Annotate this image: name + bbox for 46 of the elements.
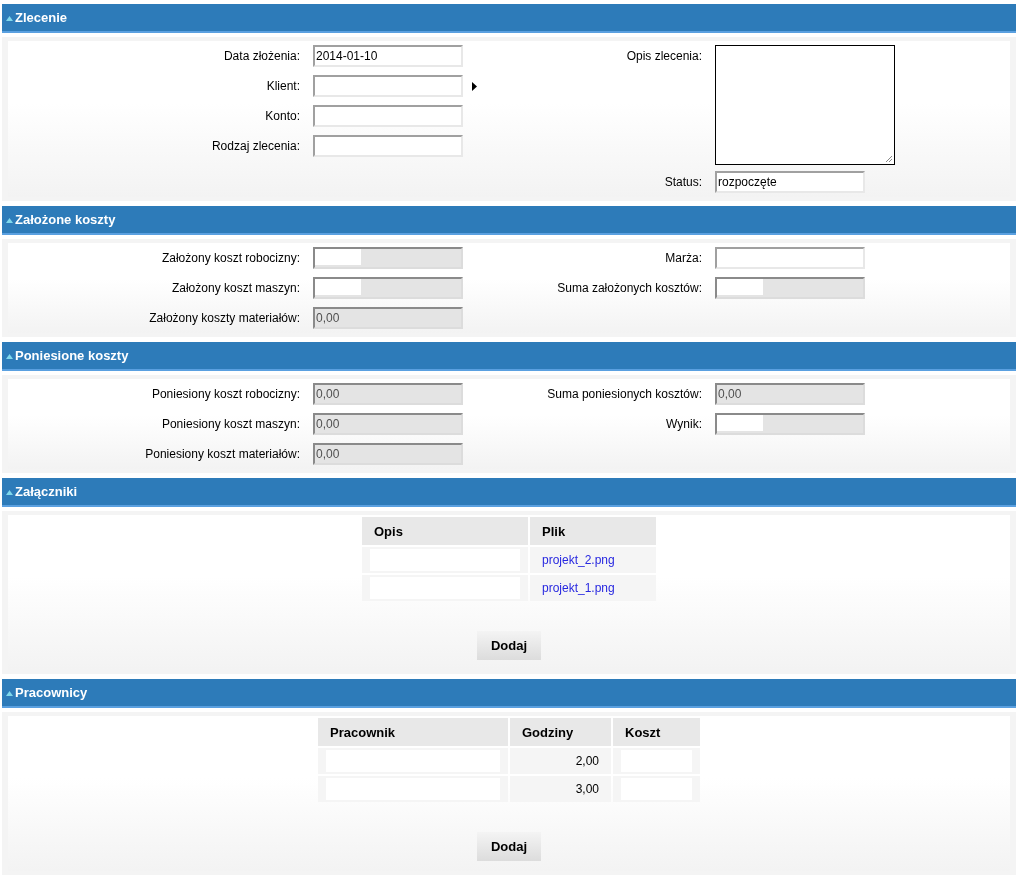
table-cell: 3,00 <box>510 776 611 802</box>
field-label: Założony koszt robocizny: <box>160 250 300 267</box>
field-label: Poniesiony koszt materiałów: <box>144 446 300 463</box>
input-field[interactable]: rozpoczęte <box>715 171 865 193</box>
section-title: Założone koszty <box>15 212 116 227</box>
text-area[interactable] <box>715 45 895 165</box>
column-header: Pracownik <box>318 718 508 746</box>
add-button[interactable]: Dodaj <box>477 832 541 861</box>
column-header: Godziny <box>510 718 611 746</box>
field-label: Konto: <box>264 108 300 125</box>
field-label: Wynik: <box>665 416 702 433</box>
section-header[interactable]: Zlecenie <box>2 4 1016 33</box>
input-field[interactable] <box>715 247 865 269</box>
field-label: Data złożenia: <box>222 48 300 65</box>
section-title: Pracownicy <box>15 685 88 700</box>
arrow-icon[interactable] <box>472 82 477 91</box>
input-field[interactable] <box>313 135 463 157</box>
resize-grip-icon[interactable] <box>885 155 893 163</box>
section-header[interactable]: Załączniki <box>2 478 1016 507</box>
field-label: Status: <box>663 174 702 191</box>
input-field[interactable] <box>313 105 463 127</box>
field-label: Opis zlecenia: <box>625 48 702 65</box>
add-button[interactable]: Dodaj <box>477 631 541 660</box>
file-link[interactable]: projekt_2.png <box>542 553 615 567</box>
section-title: Zlecenie <box>15 10 68 25</box>
column-header: Plik <box>530 517 656 545</box>
field-label: Suma założonych kosztów: <box>556 280 702 297</box>
file-link[interactable]: projekt_1.png <box>542 581 615 595</box>
section-title: Poniesione koszty <box>15 348 129 363</box>
field-label: Poniesiony koszt maszyn: <box>160 416 300 433</box>
field-label: Suma poniesionych kosztów: <box>546 386 702 403</box>
field-label: Założony koszty materiałów: <box>148 310 300 327</box>
field-label: Rodzaj zlecenia: <box>210 138 300 155</box>
section-title: Załączniki <box>15 484 78 499</box>
field-label: Klient: <box>265 78 300 95</box>
column-header: Opis <box>362 517 528 545</box>
field-label: Założony koszt maszyn: <box>170 280 300 297</box>
section-header[interactable]: Pracownicy <box>2 679 1016 708</box>
section-header[interactable]: Poniesione koszty <box>2 342 1016 371</box>
field-label: Marża: <box>664 250 702 267</box>
section-header[interactable]: Założone koszty <box>2 206 1016 235</box>
table-cell: 2,00 <box>510 748 611 774</box>
column-header: Koszt <box>613 718 700 746</box>
input-field[interactable]: 2014-01-10 <box>313 45 463 67</box>
field-label: Poniesiony koszt robocizny: <box>150 386 300 403</box>
input-field[interactable] <box>313 75 463 97</box>
